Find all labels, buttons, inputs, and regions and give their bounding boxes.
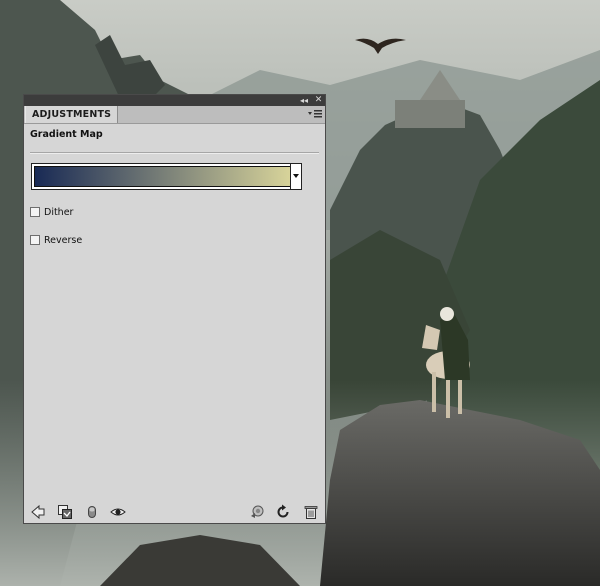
eye-icon[interactable] <box>110 504 126 520</box>
tab-adjustments[interactable]: ADJUSTMENTS <box>25 106 119 123</box>
gradient-picker[interactable] <box>31 163 302 190</box>
adjustment-title: Gradient Map <box>30 129 103 140</box>
gradient-dropdown-button[interactable] <box>290 164 301 189</box>
gradient-preview[interactable] <box>34 166 292 187</box>
clip-to-layer-icon[interactable] <box>57 504 73 520</box>
dither-checkbox[interactable] <box>30 207 40 217</box>
collapse-panel-button[interactable]: ◂◂ <box>298 95 310 106</box>
reverse-checkbox[interactable] <box>30 235 40 245</box>
adjustments-panel: ◂◂ ✕ ADJUSTMENTS Gradient Map Dither Rev… <box>23 94 326 524</box>
reverse-label: Reverse <box>44 235 83 246</box>
panel-titlebar: ◂◂ ✕ <box>24 95 325 106</box>
previous-state-icon[interactable] <box>249 504 265 520</box>
close-panel-button[interactable]: ✕ <box>313 95 324 106</box>
divider <box>30 152 319 154</box>
reset-icon[interactable] <box>275 504 291 520</box>
mask-icon[interactable] <box>84 504 100 520</box>
panel-bottom-toolbar <box>24 501 325 523</box>
back-arrow-icon[interactable] <box>30 504 46 520</box>
panel-menu-icon[interactable] <box>308 109 322 119</box>
dither-label: Dither <box>44 207 74 218</box>
panel-tab-strip: ADJUSTMENTS <box>24 106 325 124</box>
trash-icon[interactable] <box>303 504 319 520</box>
